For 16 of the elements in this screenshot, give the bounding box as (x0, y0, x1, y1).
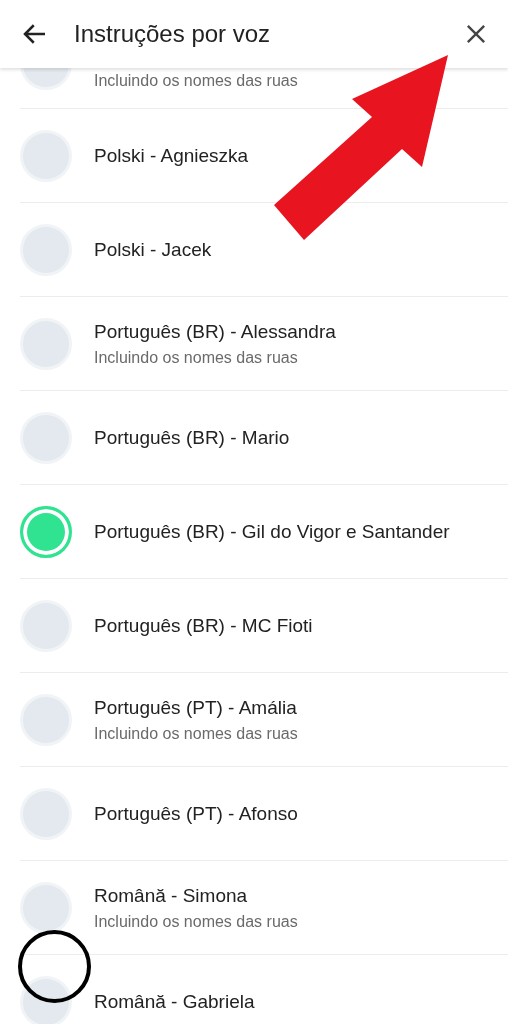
voice-name[interactable]: Português (BR) - Mario (94, 426, 290, 449)
voice-description: Incluindo os nomes das ruas (94, 724, 298, 743)
voice-description: Incluindo os nomes das ruas (94, 348, 299, 367)
voice-name[interactable]: Polski - Agnieszka (94, 144, 249, 167)
voice-name[interactable]: Polski - Jacek (94, 238, 212, 261)
voice-name[interactable]: Português (PT) - Amália (94, 696, 298, 719)
radio-button[interactable] (20, 505, 72, 558)
voice-name[interactable]: Português (PT) - Afonso (94, 802, 298, 825)
voice-description: Incluindo os nomes das ruas (94, 912, 298, 931)
voice-name[interactable]: Português (BR) - Gil do Vigor e Santander (94, 520, 450, 543)
screen-title: Instruções por voz (74, 20, 272, 48)
voice-description: Incluindo os nomes das ruas (94, 72, 298, 90)
voice-name[interactable]: Português (BR) - Alessandra (94, 320, 336, 343)
voice-name[interactable]: Română - Simona (94, 884, 298, 907)
voice-name[interactable]: Português (BR) - MC Fioti (94, 614, 313, 637)
voice-name[interactable]: Română - Gabriela (94, 990, 255, 1013)
